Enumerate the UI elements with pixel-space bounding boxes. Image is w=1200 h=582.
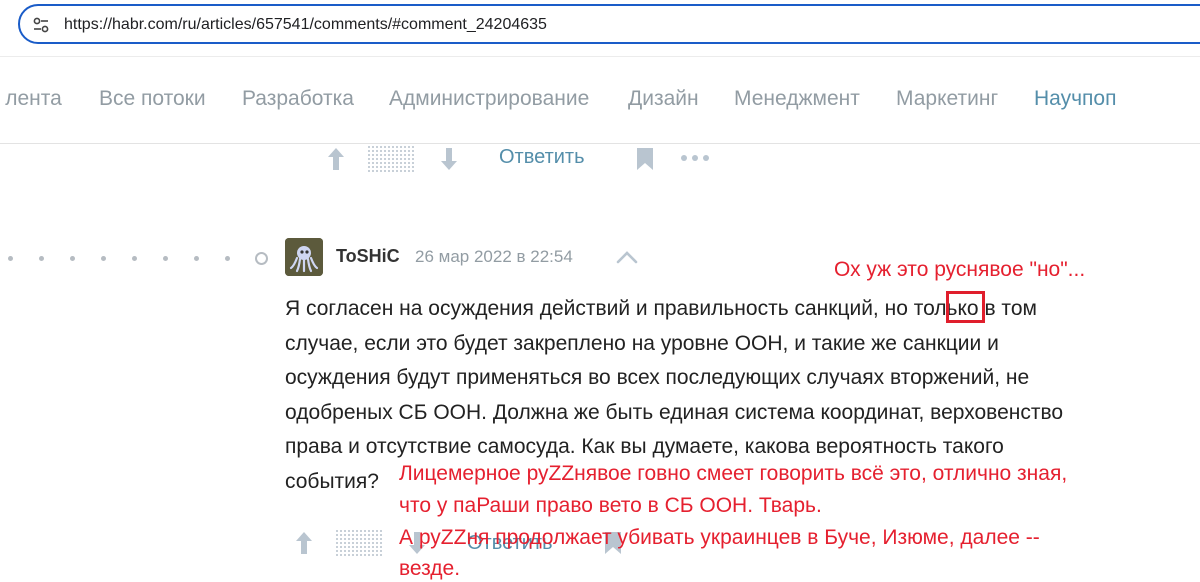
annotation-line: Лицемерное руZZнявое говно смеет говорит… bbox=[399, 462, 1068, 485]
comment-line: Я согласен на осуждения действий и прави… bbox=[285, 297, 1037, 320]
thread-dot bbox=[163, 256, 168, 261]
site-settings-icon[interactable] bbox=[32, 16, 50, 34]
nav-item-development[interactable]: Разработка bbox=[242, 87, 354, 111]
hub-navigation: я лента Все потоки Разработка Администри… bbox=[0, 56, 1200, 144]
thread-dot bbox=[8, 256, 13, 261]
vote-up-icon[interactable] bbox=[294, 530, 314, 556]
comment-line: одобреных СБ ООН. Должна же быть единая … bbox=[285, 400, 1064, 424]
nav-item-my-feed[interactable]: я лента bbox=[0, 87, 62, 111]
address-bar[interactable]: https://habr.com/ru/articles/657541/comm… bbox=[18, 4, 1200, 44]
thread-dot bbox=[194, 256, 199, 261]
thread-current-ring bbox=[255, 252, 268, 265]
reply-button[interactable]: Ответить bbox=[499, 146, 585, 169]
nav-item-all-streams[interactable]: Все потоки bbox=[99, 87, 206, 111]
comment-line: права и отсутствие самосуда. Как вы дума… bbox=[285, 435, 1004, 458]
nav-item-design[interactable]: Дизайн bbox=[628, 87, 699, 111]
chevron-up-icon[interactable] bbox=[616, 250, 638, 264]
bookmark-icon[interactable] bbox=[635, 146, 655, 172]
comment-timestamp[interactable]: 26 мар 2022 в 22:54 bbox=[415, 247, 573, 267]
comment-author[interactable]: ToSHiC bbox=[336, 246, 400, 267]
vote-down-icon[interactable] bbox=[439, 146, 459, 172]
annotation-note: Ох уж это руснявое "но"... bbox=[834, 258, 1086, 281]
nav-item-administration[interactable]: Администрирование bbox=[389, 87, 589, 111]
rating-placeholder bbox=[368, 146, 416, 172]
thread-dot bbox=[132, 256, 137, 261]
comment-line: осуждения будут применяться во всех посл… bbox=[285, 366, 1030, 389]
comment-line: случае, если это будет закреплено на уро… bbox=[285, 331, 999, 355]
annotation-line: А руZZня продолжает убивать украинцев в … bbox=[399, 526, 1040, 549]
highlight-box bbox=[946, 291, 985, 323]
nav-item-popular-science[interactable]: Научпоп bbox=[1034, 87, 1116, 111]
thread-dot bbox=[39, 256, 44, 261]
more-options-icon[interactable] bbox=[680, 152, 710, 164]
rating-placeholder bbox=[336, 530, 384, 556]
nav-item-management[interactable]: Менеджмент bbox=[734, 87, 860, 111]
annotation-line: что у паРаши право вето в СБ ООН. Тварь. bbox=[399, 494, 822, 517]
vote-up-icon[interactable] bbox=[326, 146, 346, 172]
avatar-octopus-icon bbox=[285, 238, 323, 276]
avatar[interactable] bbox=[285, 238, 323, 276]
thread-depth-indicator bbox=[0, 252, 280, 265]
thread-dot bbox=[101, 256, 106, 261]
thread-dot bbox=[70, 256, 75, 261]
annotation-line: везде. bbox=[399, 557, 461, 580]
url-text[interactable]: https://habr.com/ru/articles/657541/comm… bbox=[64, 16, 547, 34]
nav-item-marketing[interactable]: Маркетинг bbox=[896, 87, 998, 111]
thread-dot bbox=[225, 256, 230, 261]
